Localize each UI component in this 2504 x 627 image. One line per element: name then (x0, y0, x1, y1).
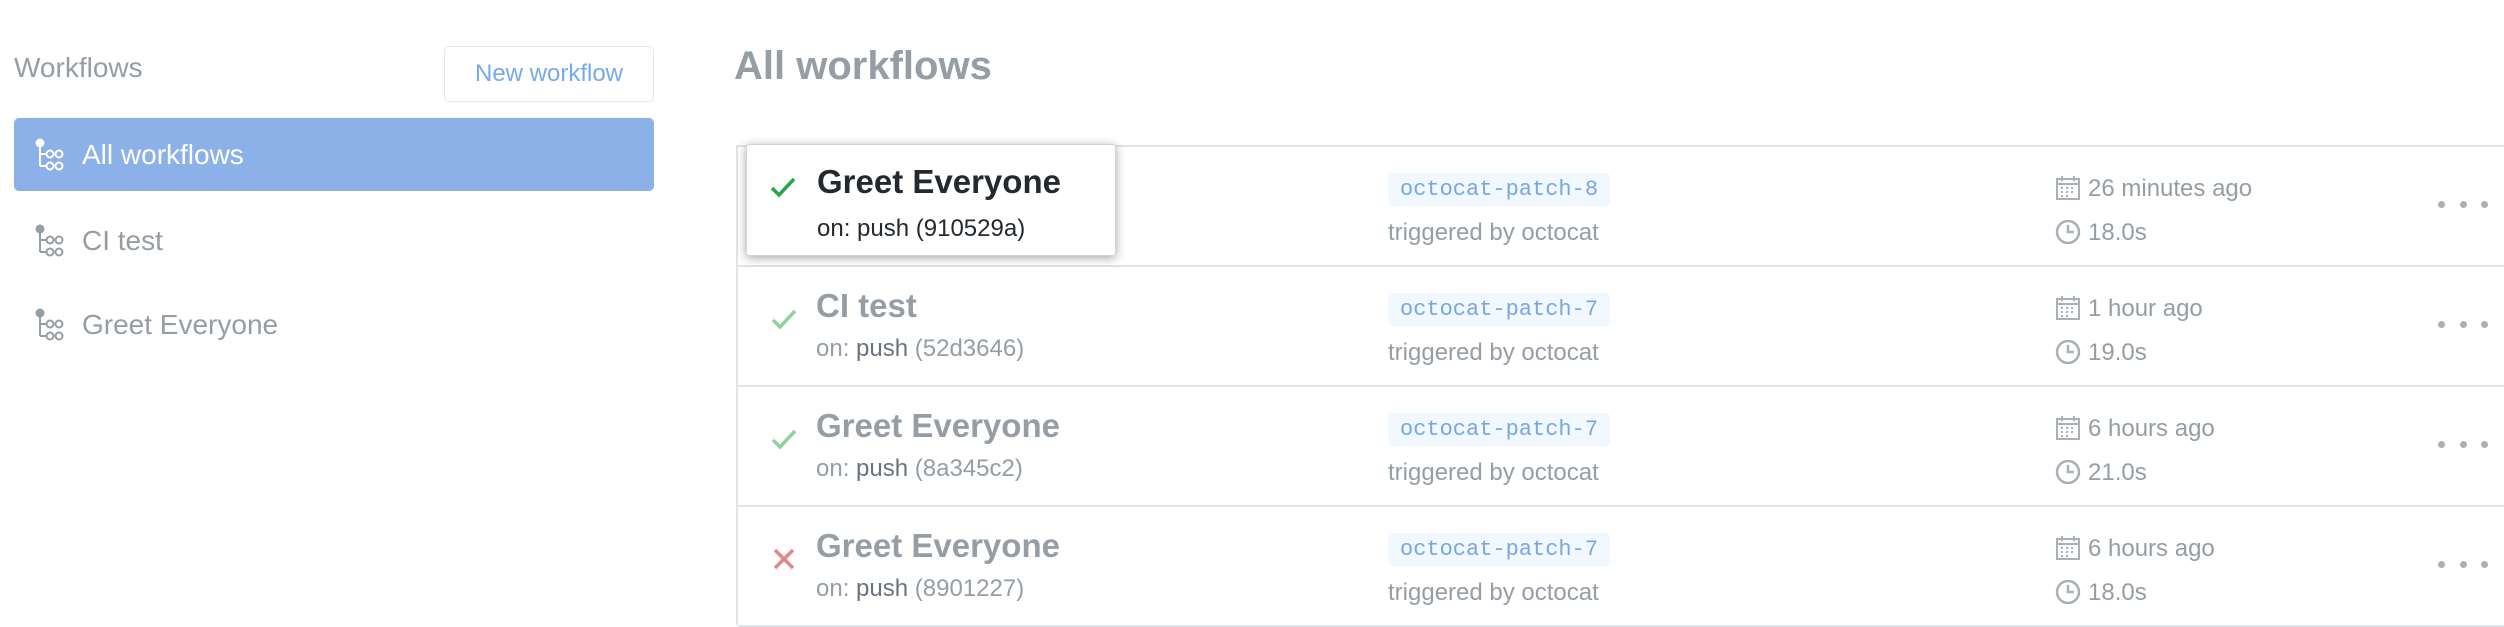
on-label: on: (817, 215, 851, 242)
run-trigger-info: on: push (8901227) (816, 575, 1024, 603)
commit-sha[interactable]: (8901227) (915, 575, 1024, 602)
more-options-button[interactable] (2438, 549, 2488, 579)
branch-label[interactable]: octocat-patch-8 (1388, 173, 1611, 206)
run-duration: 18.0s (2088, 219, 2147, 246)
branch-label[interactable]: octocat-patch-7 (1388, 293, 1611, 326)
calendar-icon (2056, 416, 2080, 440)
event-name: push (856, 335, 909, 362)
run-trigger-info: on: push (52d3646) (816, 335, 1024, 363)
more-dot (2438, 560, 2445, 568)
highlighted-run-card[interactable]: Greet Everyone on: push (910529a) (746, 144, 1116, 256)
more-dot (2481, 320, 2488, 328)
run-title[interactable]: Greet Everyone (817, 163, 1061, 201)
run-title[interactable]: Greet Everyone (816, 407, 1060, 445)
sidebar-item-label: CI test (82, 224, 163, 256)
workflow-run-row[interactable]: Greet Everyone on: push (8a345c2) octoca… (738, 387, 2504, 507)
more-dot (2481, 440, 2488, 448)
more-dot (2459, 560, 2467, 568)
run-title[interactable]: CI test (816, 287, 917, 325)
clock-icon (2055, 459, 2081, 485)
sidebar-title: Workflows (14, 52, 143, 83)
sidebar-item-label: Greet Everyone (82, 308, 279, 340)
commit-sha[interactable]: (52d3646) (915, 335, 1024, 362)
run-duration: 18.0s (2088, 579, 2147, 606)
on-label: on: (816, 455, 850, 482)
new-workflow-button[interactable]: New workflow (444, 46, 654, 102)
run-title[interactable]: Greet Everyone (816, 527, 1060, 565)
commit-sha[interactable]: (910529a) (916, 215, 1025, 242)
triggered-by-text: triggered by octocat (1388, 219, 1599, 246)
check-icon (771, 309, 797, 330)
event-name: push (857, 215, 910, 242)
run-duration: 19.0s (2088, 339, 2147, 366)
triggered-by-text: triggered by octocat (1388, 579, 1599, 606)
triggered-by-text: triggered by octocat (1388, 339, 1599, 366)
sidebar: Workflows New workflow All workflows CI … (0, 0, 670, 620)
workflow-run-row[interactable]: CI test on: push (52d3646) octocat-patch… (738, 267, 2504, 387)
more-dot (2438, 200, 2445, 208)
branch-label[interactable]: octocat-patch-7 (1388, 413, 1611, 446)
time-ago: 26 minutes ago (2088, 175, 2253, 202)
calendar-icon (2056, 176, 2080, 200)
commit-sha[interactable]: (8a345c2) (915, 455, 1023, 482)
clock-icon (2055, 219, 2081, 245)
more-dot (2459, 320, 2467, 328)
page-title: All workflows (734, 44, 992, 88)
main-content: All workflows octocat-patch-8 triggered … (670, 0, 2504, 627)
on-label: on: (816, 335, 850, 362)
event-name: push (856, 455, 909, 482)
time-ago: 6 hours ago (2088, 535, 2215, 562)
more-options-button[interactable] (2438, 189, 2488, 219)
sidebar-item-all-workflows[interactable]: All workflows (14, 118, 654, 191)
time-ago: 6 hours ago (2088, 415, 2215, 442)
time-ago: 1 hour ago (2088, 295, 2203, 322)
more-dot (2481, 560, 2488, 568)
check-icon (771, 429, 797, 450)
x-icon (773, 548, 795, 570)
check-icon (770, 177, 796, 198)
triggered-by-text: triggered by octocat (1388, 459, 1599, 486)
clock-icon (2055, 579, 2081, 605)
more-dot (2438, 440, 2445, 448)
clock-icon (2055, 339, 2081, 365)
workflow-icon (35, 224, 64, 256)
workflow-icon (35, 138, 64, 170)
on-label: on: (816, 575, 850, 602)
sidebar-item-ci-test[interactable]: CI test (14, 204, 654, 277)
more-dot (2481, 200, 2488, 208)
workflow-icon (35, 308, 64, 340)
more-dot (2459, 440, 2467, 448)
run-trigger-info: on: push (910529a) (817, 215, 1025, 243)
more-options-button[interactable] (2438, 309, 2488, 339)
more-dot (2438, 320, 2445, 328)
calendar-icon (2056, 536, 2080, 560)
calendar-icon (2056, 296, 2080, 320)
sidebar-item-label: All workflows (82, 138, 244, 170)
run-trigger-info: on: push (8a345c2) (816, 455, 1023, 483)
workflow-run-row[interactable]: Greet Everyone on: push (8901227) octoca… (738, 507, 2504, 627)
sidebar-item-greet-everyone[interactable]: Greet Everyone (14, 288, 654, 361)
more-dot (2459, 200, 2467, 208)
more-options-button[interactable] (2438, 429, 2488, 459)
branch-label[interactable]: octocat-patch-7 (1388, 533, 1611, 566)
event-name: push (856, 575, 909, 602)
run-duration: 21.0s (2088, 459, 2147, 486)
